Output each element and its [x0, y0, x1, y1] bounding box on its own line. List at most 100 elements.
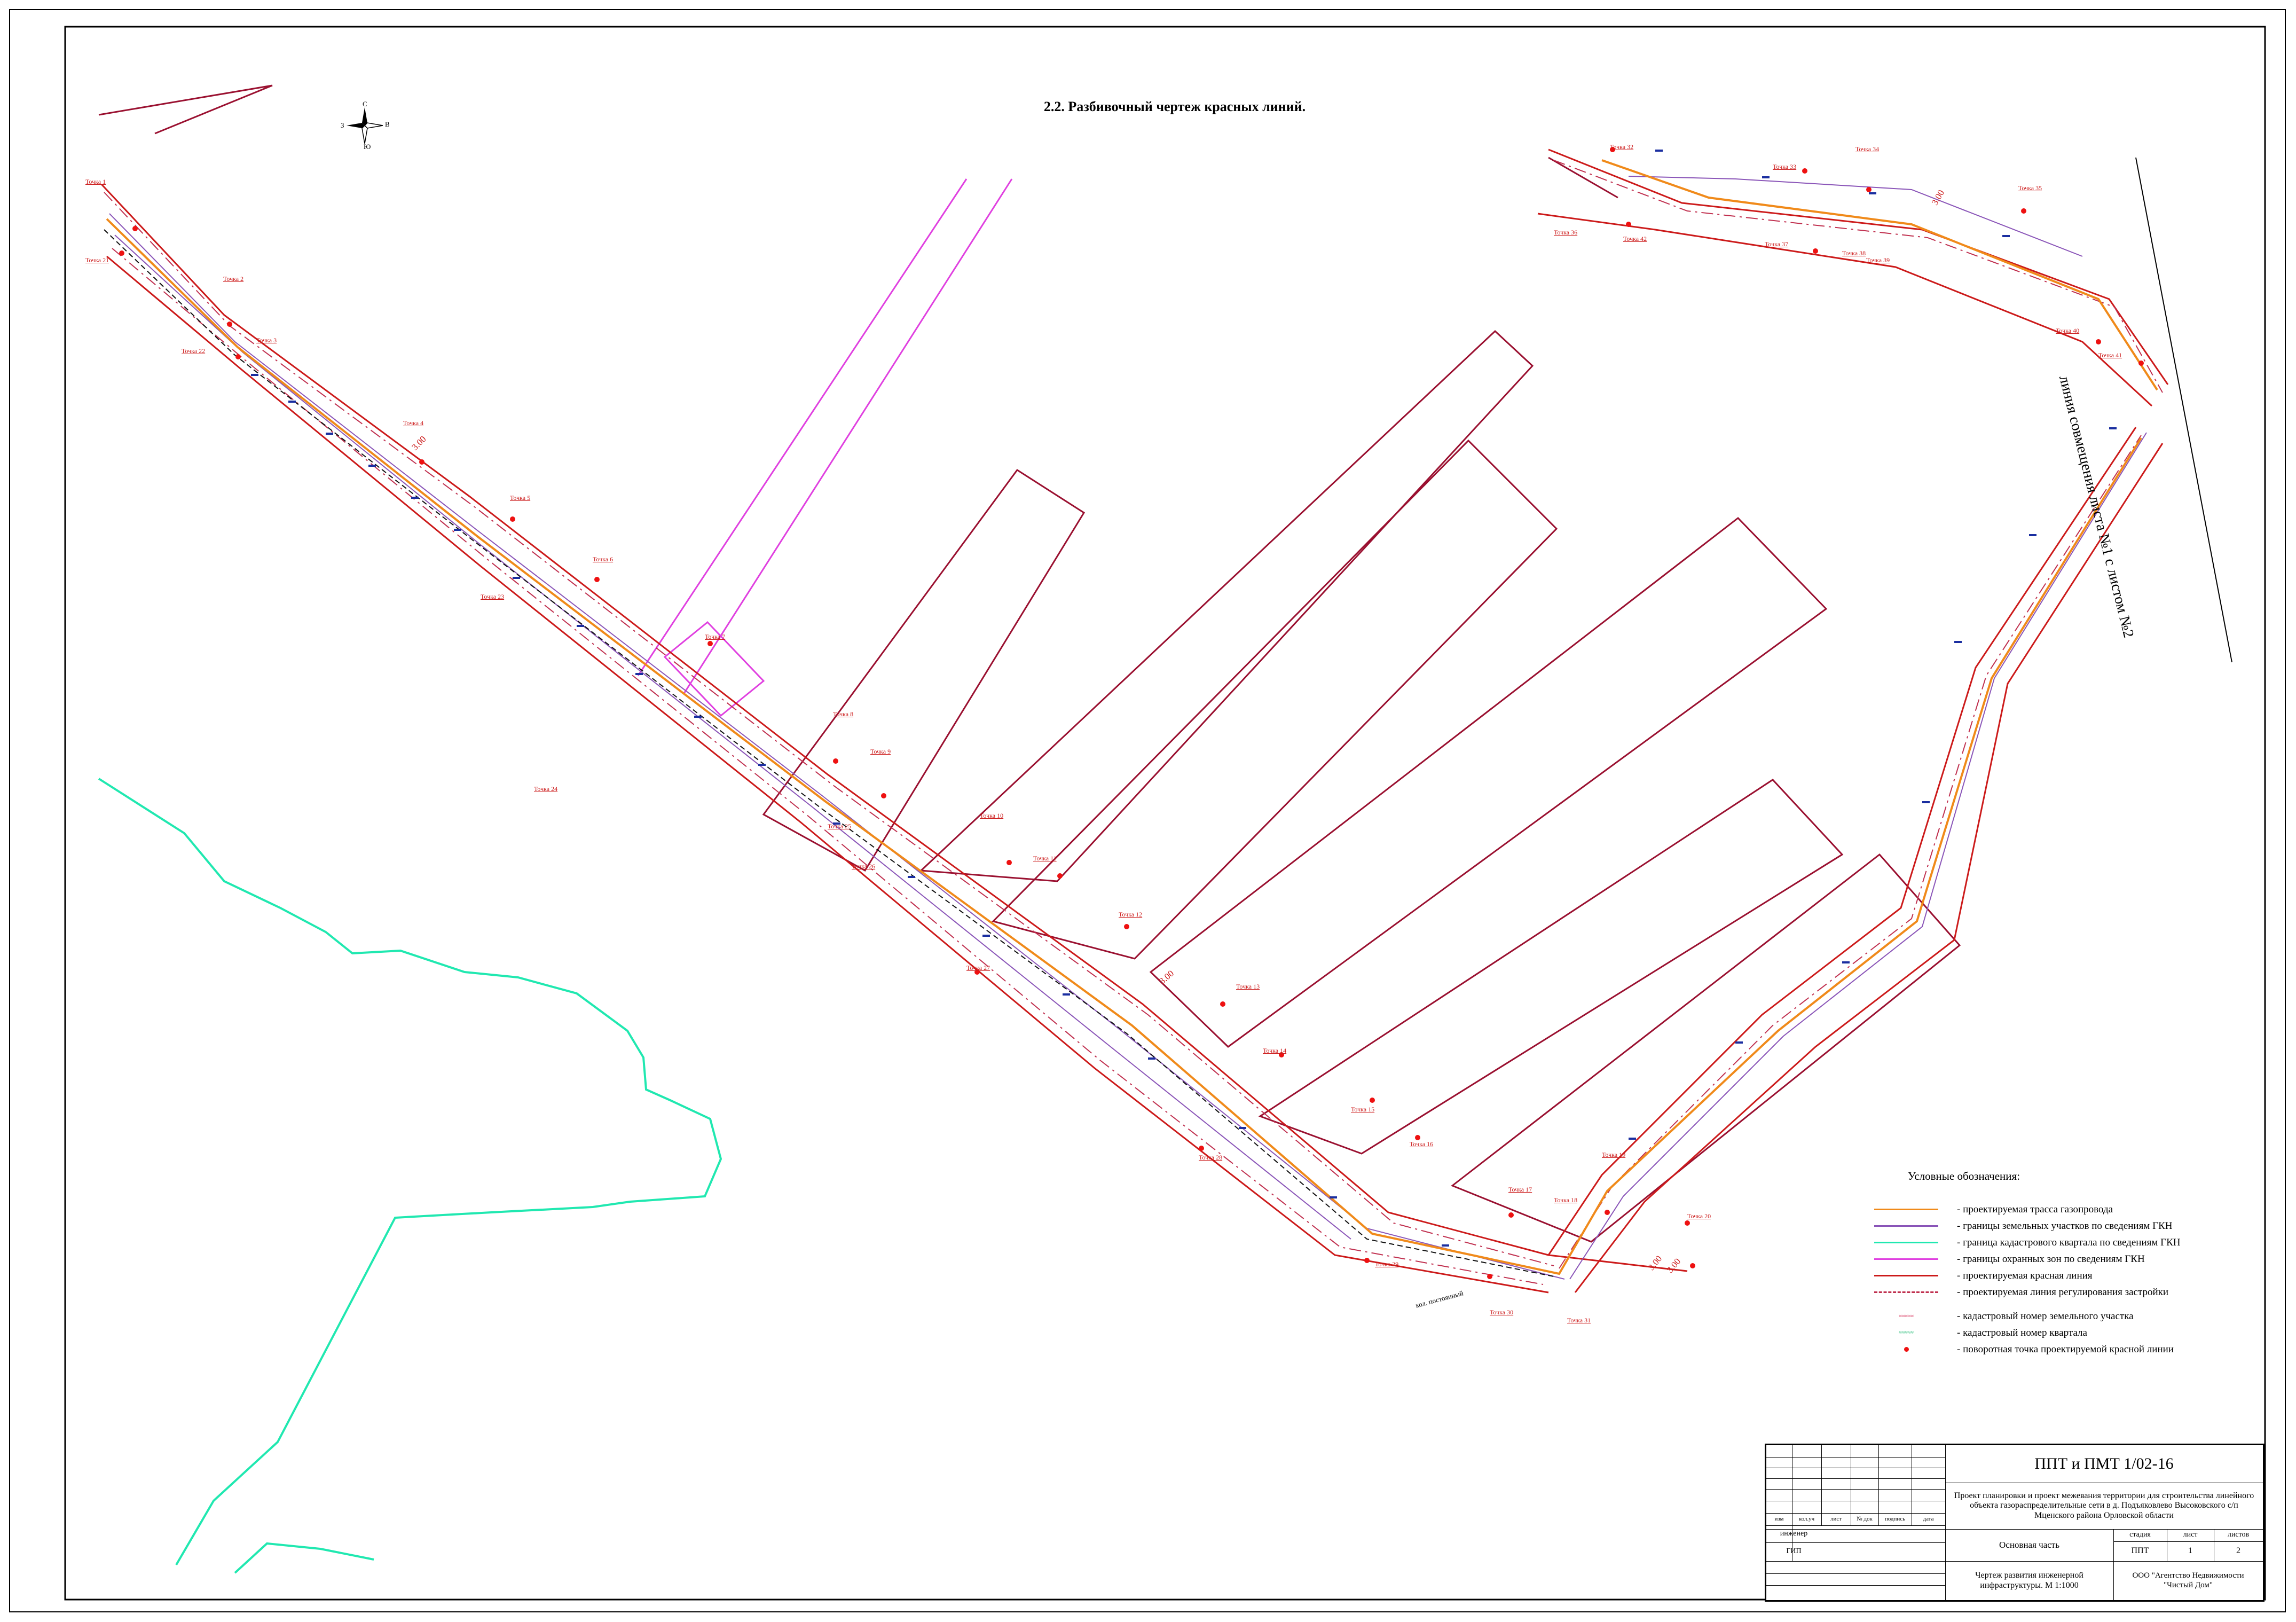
stamp-col-data: дата [1923, 1516, 1934, 1523]
turning-point-label: Точка 17 [1508, 1186, 1532, 1193]
turning-point-label: Точка 4 [403, 419, 424, 427]
legend-item-text: - поворотная точка проектируемой красной… [1957, 1343, 2174, 1355]
drawing-title: 2.2. Разбивочный чертеж красных линий. [1043, 99, 1306, 114]
turning-point-label: Точка 6 [593, 555, 614, 563]
legend-symbol [1872, 1275, 1941, 1276]
turning-point-label: Точка 41 [2098, 351, 2122, 359]
turning-point-label: Точка 40 [2056, 327, 2080, 334]
legend-symbol: ≈≈≈≈≈ [1899, 1313, 1914, 1319]
protection-zone-line [637, 178, 968, 676]
legend-symbol [1872, 1291, 1941, 1293]
inner-border [64, 26, 2266, 1601]
turning-point-label: Точка 1 [85, 178, 106, 185]
compass-label-e: В [385, 120, 390, 128]
turning-point-label: Точка 28 [1199, 1154, 1223, 1161]
legend-item: - граница кадастрового квартала по сведе… [1872, 1234, 2245, 1251]
turning-point-label: Точка 5 [510, 494, 531, 502]
stamp-sheet: 1 [2188, 1546, 2192, 1556]
stamp-stage-header: стадия [2129, 1531, 2151, 1539]
turning-point-label: Точка 34 [1855, 145, 1880, 153]
gas-pipeline [106, 159, 2158, 1275]
compass-label-n: С [363, 100, 367, 108]
legend-item: - поворотная точка проектируемой красной… [1872, 1341, 2245, 1358]
land-parcels [98, 84, 1961, 1243]
turning-point-label: Точка 30 [1490, 1308, 1514, 1316]
compass-label-s: Ю [364, 143, 371, 151]
legend-item-text: - границы земельных участков по сведения… [1957, 1220, 2173, 1232]
stamp-col-izm: изм [1774, 1516, 1784, 1523]
legend-item-text: - граница кадастрового квартала по сведе… [1957, 1236, 2181, 1248]
stamp-drawing-name: Чертеж развития инженерной инфраструктур… [1975, 1571, 2083, 1590]
compass-label-w: З [341, 121, 344, 129]
legend-gap [1872, 1300, 2245, 1308]
stamp-company: ООО "Агентство Недвижимости "Чистый Дом" [2132, 1571, 2244, 1589]
turning-point-label: Точка 9 [870, 748, 891, 755]
stamp-sheets-header: листов [2227, 1531, 2250, 1539]
map-canvas [9, 9, 2286, 1612]
turning-point-label: Точка 2 [223, 275, 244, 283]
legend-item: - границы земельных участков по сведения… [1872, 1218, 2245, 1234]
parcel-borders [109, 176, 2147, 1280]
turning-point-label: Точка 11 [1033, 855, 1057, 862]
legend-item-text: - границы охранных зон по сведениям ГКН [1957, 1253, 2145, 1265]
turning-point-label: Точка 15 [1351, 1106, 1375, 1113]
legend-item: ≈≈≈≈≈ - кадастровый номер квартала [1872, 1325, 2245, 1341]
legend-symbol: ≈≈≈≈≈ [1899, 1330, 1914, 1336]
red-lines-main [100, 148, 2169, 1294]
quarter-border-west [98, 778, 722, 1566]
legend-item-text: - кадастровый номер квартала [1957, 1327, 2087, 1338]
legend-symbol [1872, 1258, 1941, 1260]
stamp-code: ППТ и ПМТ 1/02-16 [2034, 1454, 2174, 1472]
turning-point-label: Точка 35 [2018, 184, 2042, 192]
stamp-col-podpis: подпись [1884, 1516, 1906, 1523]
legend-item-text: - проектируемая линия регулирования заст… [1957, 1286, 2169, 1298]
drawing-sheet: С В Ю З кол. постоянный 3.00 3.00 3.00 3.00… [0, 0, 2296, 1622]
turning-point-label: Точка 31 [1567, 1317, 1591, 1324]
stamp-stage: ППТ [2131, 1546, 2149, 1556]
stamp-col-ndok: № док [1857, 1516, 1873, 1523]
legend-symbol [1872, 1209, 1941, 1210]
turning-point-label: Точка 42 [1623, 235, 1647, 242]
turning-point-label: Точка 38 [1842, 249, 1866, 257]
turning-point-label: Точка 12 [1119, 911, 1143, 918]
outer-border [9, 9, 2286, 1612]
turning-point-label: Точка 32 [1610, 143, 1634, 151]
quarter-border-south [234, 1542, 374, 1574]
turning-point-label: Точка 26 [852, 863, 876, 870]
stamp-project: Проект планировки и проект межевания тер… [1954, 1491, 2254, 1520]
stamp-col-list: лист [1830, 1516, 1842, 1523]
legend-list: - проектируемая трасса газопровода - гран… [1872, 1201, 2245, 1358]
legend-symbol [1872, 1347, 1941, 1352]
stamp-sheets: 2 [2236, 1546, 2240, 1556]
turning-point-label: Точка 13 [1236, 983, 1260, 990]
turning-point-label: Точка 21 [85, 256, 109, 264]
legend-item-text: - проектируемая трасса газопровода [1957, 1203, 2113, 1215]
protection-zone-line [682, 178, 1013, 695]
legend-item: - проектируемая линия регулирования заст… [1872, 1284, 2245, 1300]
legend-item-text: - проектируемая красная линия [1957, 1270, 2093, 1281]
turning-point-label: Точка 39 [1866, 256, 1890, 264]
compass-rose [347, 107, 383, 144]
legend-item: - проектируемая трасса газопровода [1872, 1201, 2245, 1218]
turning-point-label: Точка 19 [1602, 1151, 1626, 1158]
stamp-col-koluch: кол.уч [1798, 1516, 1815, 1523]
legend-item: - проектируемая красная линия [1872, 1267, 2245, 1284]
turning-point-label: Точка 7 [705, 633, 726, 640]
regulation-lines [104, 160, 2163, 1285]
turning-point-label: Точка 8 [833, 710, 854, 718]
turning-point-label: Точка 18 [1554, 1196, 1578, 1204]
title-block: изм кол.уч лист № док подпись дата инжен… [1765, 1444, 2264, 1602]
sheet-junction-line [2135, 157, 2232, 663]
legend-symbol [1872, 1242, 1941, 1243]
turning-point-label: Точка 36 [1554, 229, 1578, 236]
turning-point-label: Точка 33 [1773, 163, 1797, 170]
turning-point-label: Точка 37 [1765, 240, 1789, 248]
turning-point-label: Точка 3 [256, 336, 277, 344]
turning-point-label: Точка 10 [980, 812, 1004, 819]
stamp-role-gip: ГИП [1786, 1547, 1802, 1556]
turning-point-label: Точка 29 [1375, 1260, 1399, 1268]
legend: Условные обозначения: - проектируемая тр… [1872, 1170, 2245, 1358]
stamp-section: Основная часть [1999, 1540, 2059, 1550]
turning-point-label: Точка 20 [1687, 1212, 1711, 1220]
stamp-sheet-header: лист [2183, 1531, 2198, 1539]
